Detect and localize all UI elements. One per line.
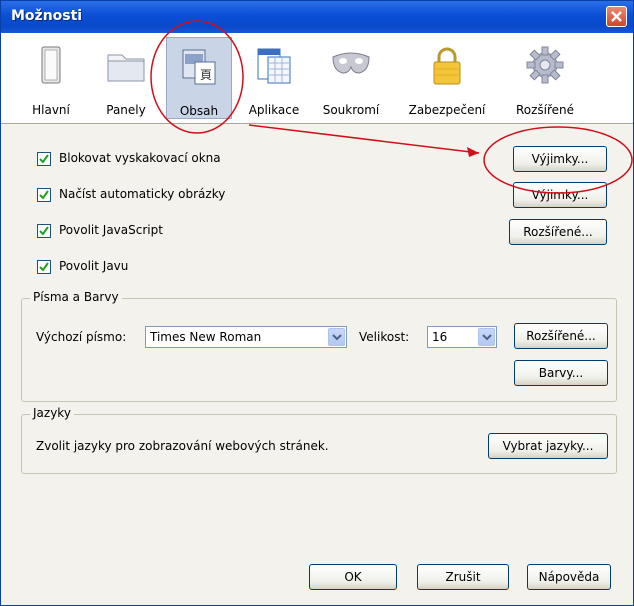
checkbox-label: Povolit Javu [59, 259, 129, 273]
tab-soukromi[interactable]: Soukromí [316, 37, 386, 119]
choose-languages-button[interactable]: Vybrat jazyky... [488, 433, 608, 459]
tab-label: Obsah [179, 104, 219, 118]
size-label: Velikost: [359, 330, 410, 344]
languages-legend: Jazyky [30, 406, 74, 420]
padlock-icon [433, 47, 461, 85]
tab-rozsirene[interactable]: Rozšířené [505, 37, 585, 119]
languages-description: Zvolit jazyky pro zobrazování webových s… [36, 439, 329, 453]
checkbox-label: Blokovat vyskakovací okna [59, 151, 221, 165]
default-font-select[interactable]: Times New Roman [145, 326, 347, 348]
checkbox[interactable] [37, 260, 51, 274]
chevron-down-icon [332, 334, 342, 341]
tab-panely[interactable]: Panely [91, 37, 161, 119]
ok-button[interactable]: OK [309, 564, 397, 590]
colors-button[interactable]: Barvy... [514, 360, 608, 386]
category-toolbar: Hlavní Panely 頁 Obsah Aplikace Soukromí … [1, 33, 633, 124]
checkbox-label: Načíst automaticky obrázky [59, 187, 226, 201]
switch-icon [41, 46, 61, 84]
check-icon [39, 190, 49, 200]
fonts-colors-legend: Písma a Barvy [30, 290, 122, 304]
cancel-button[interactable]: Zrušit [417, 564, 509, 590]
tab-hlavni[interactable]: Hlavní [21, 37, 81, 119]
default-font-label: Výchozí písmo: [36, 330, 127, 344]
gear-icon [526, 46, 564, 84]
content-panel: Blokovat vyskakovací okna Výjimky... Nač… [1, 124, 633, 605]
advanced-fonts-button[interactable]: Rozšířené... [514, 323, 608, 349]
tab-label: Aplikace [248, 103, 300, 117]
content-page-icon: 頁 [182, 49, 216, 85]
fonts-colors-group: Písma a Barvy Výchozí písmo: Times New R… [21, 290, 617, 402]
check-icon [39, 154, 49, 164]
tab-label: Hlavní [32, 103, 70, 117]
select-value: 16 [432, 330, 448, 344]
tab-aplikace[interactable]: Aplikace [239, 37, 309, 119]
folder-icon [107, 54, 145, 82]
select-value: Times New Roman [150, 330, 262, 344]
checkbox-label: Povolit JavaScript [59, 223, 163, 237]
tab-label: Zabezpečení [408, 103, 486, 117]
checkbox[interactable] [37, 188, 51, 202]
tab-label: Rozšířené [515, 103, 575, 117]
mask-icon [332, 52, 370, 74]
check-icon [39, 262, 49, 272]
dropdown-button[interactable] [478, 328, 495, 346]
chevron-down-icon [482, 334, 492, 341]
tab-obsah[interactable]: 頁 Obsah [166, 37, 232, 119]
checkbox[interactable] [37, 224, 51, 238]
check-icon [39, 226, 49, 236]
checkbox[interactable] [37, 152, 51, 166]
exceptions-popups-button[interactable]: Výjimky... [513, 146, 607, 172]
svg-text:頁: 頁 [200, 68, 212, 82]
exceptions-images-button[interactable]: Výjimky... [513, 182, 607, 208]
window-title: Možnosti [11, 8, 83, 24]
close-icon [611, 11, 622, 22]
options-window: Možnosti Hlavní Panely 頁 Obsah Aplikace … [0, 0, 634, 606]
tab-label: Panely [106, 103, 146, 117]
dropdown-button[interactable] [328, 328, 345, 346]
tab-label: Soukromí [322, 103, 380, 117]
title-bar[interactable]: Možnosti [1, 1, 633, 33]
advanced-javascript-button[interactable]: Rozšířené... [509, 219, 607, 245]
languages-group: Jazyky Zvolit jazyky pro zobrazování web… [21, 406, 617, 474]
close-button[interactable] [606, 6, 627, 27]
help-button[interactable]: Nápověda [527, 564, 611, 590]
calendar-app-icon [257, 48, 291, 84]
tab-zabezpeceni[interactable]: Zabezpečení [403, 37, 491, 119]
font-size-select[interactable]: 16 [427, 326, 497, 348]
